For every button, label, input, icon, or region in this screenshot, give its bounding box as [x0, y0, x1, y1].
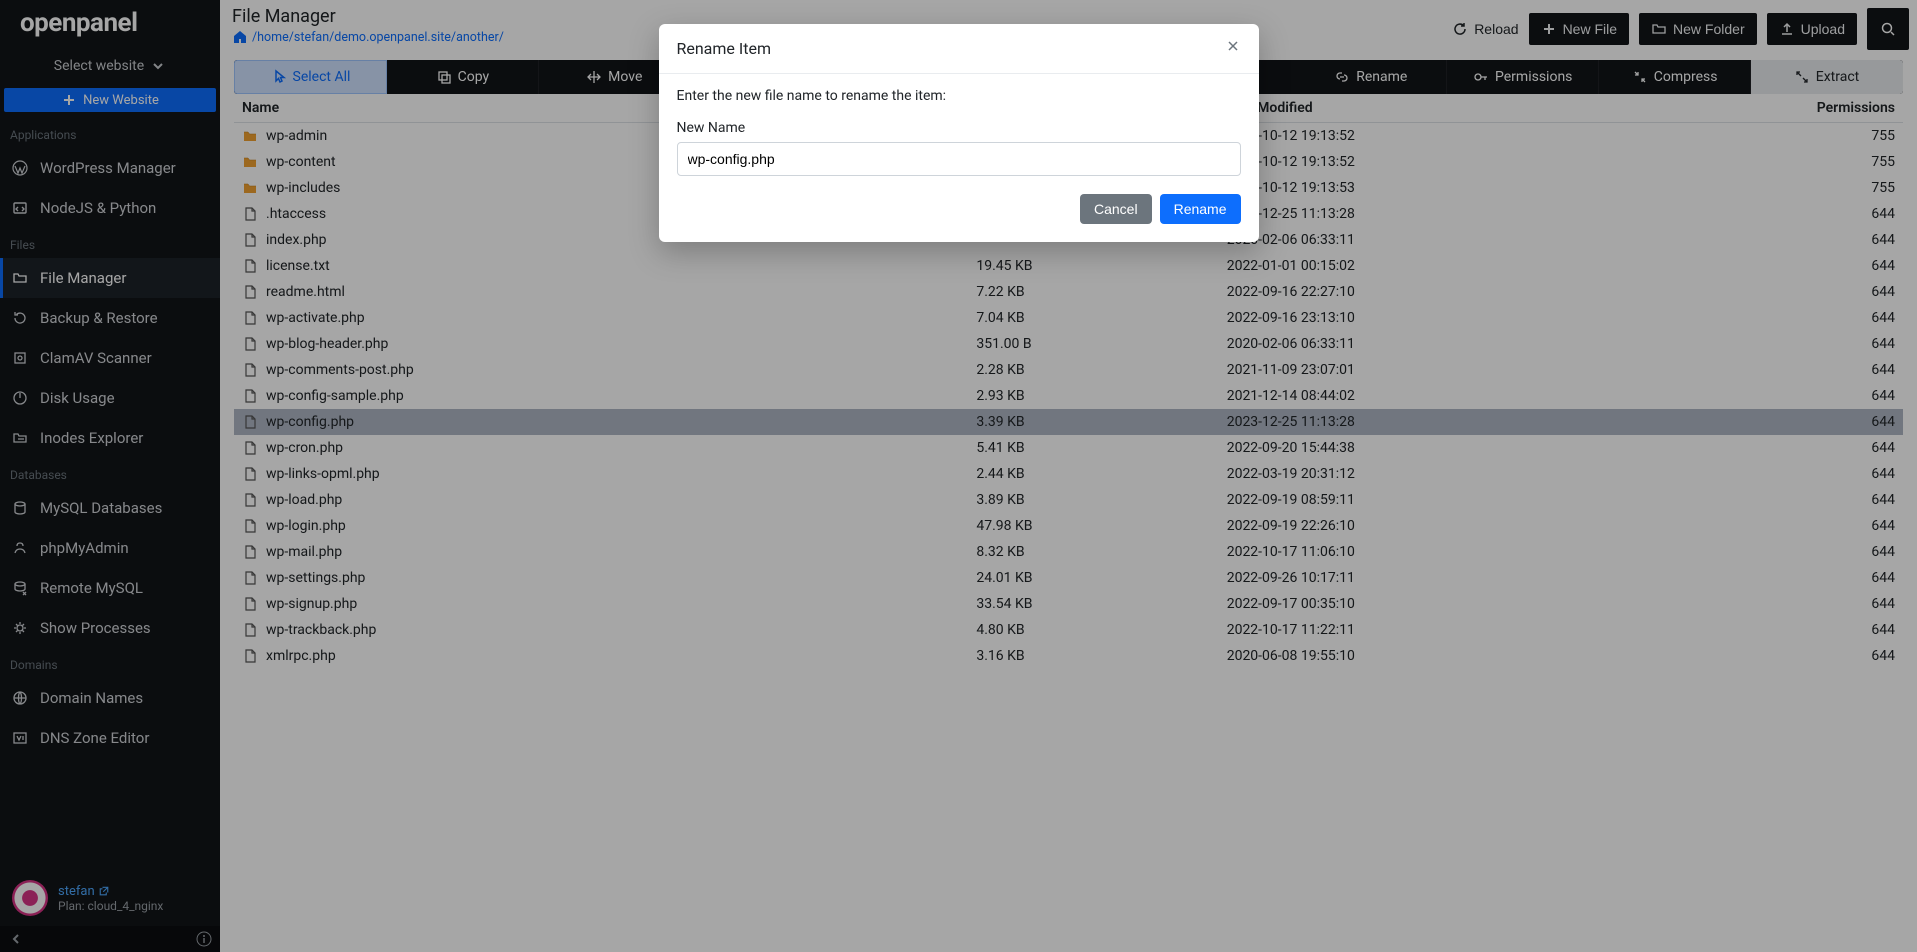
new-name-label: New Name — [677, 120, 1241, 136]
modal-body: Enter the new file name to rename the it… — [659, 74, 1259, 194]
modal-overlay[interactable]: Rename Item Enter the new file name to r… — [0, 0, 1917, 952]
modal-title: Rename Item — [677, 39, 771, 58]
modal-close-button[interactable] — [1225, 38, 1241, 59]
new-name-input[interactable] — [677, 142, 1241, 176]
rename-modal: Rename Item Enter the new file name to r… — [659, 24, 1259, 242]
cancel-button[interactable]: Cancel — [1080, 194, 1152, 224]
modal-footer: Cancel Rename — [659, 194, 1259, 242]
close-icon — [1225, 38, 1241, 54]
modal-description: Enter the new file name to rename the it… — [677, 88, 1241, 104]
rename-confirm-button[interactable]: Rename — [1160, 194, 1241, 224]
modal-header: Rename Item — [659, 24, 1259, 74]
